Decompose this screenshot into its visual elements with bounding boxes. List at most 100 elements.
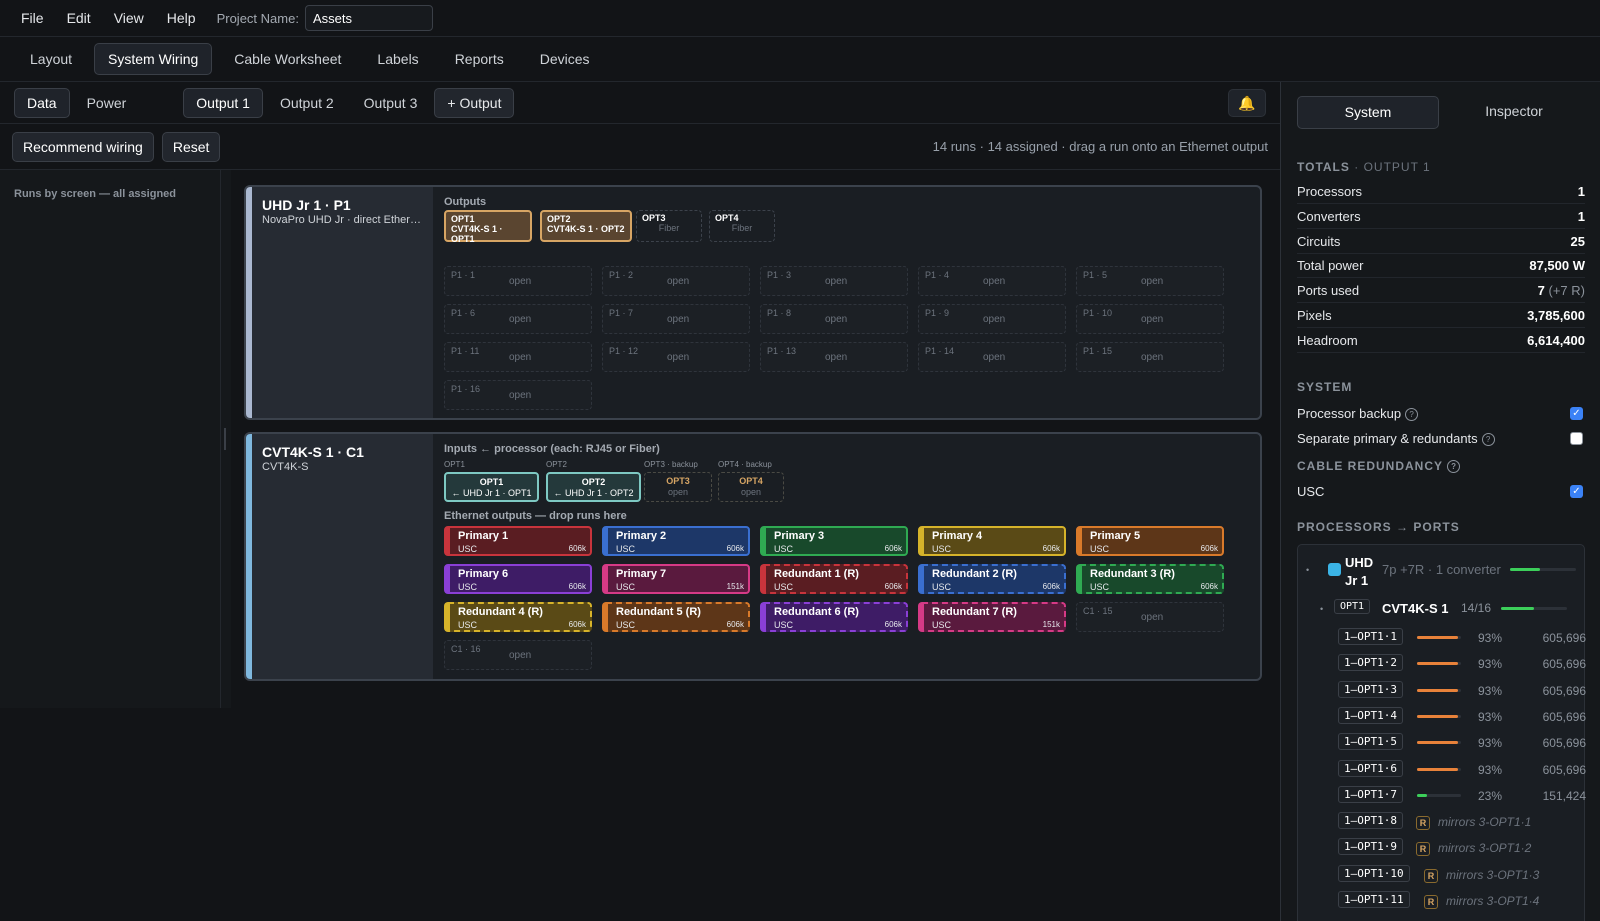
- collapse-icon[interactable]: •: [1320, 604, 1323, 614]
- run-load: 606k: [568, 544, 586, 553]
- run-type: USC: [458, 620, 478, 630]
- port-row[interactable]: 1–OPT1·5 93% 605,696: [1338, 730, 1586, 756]
- port-row[interactable]: 1–OPT1·1 93% 605,696: [1338, 625, 1586, 651]
- totals-number: 3,785,600: [1527, 308, 1585, 323]
- tree-converter-name[interactable]: CVT4K-S 1: [1382, 601, 1448, 616]
- help-icon[interactable]: ?: [1447, 460, 1461, 474]
- run-type: USC: [616, 544, 636, 554]
- menu-edit[interactable]: Edit: [67, 10, 91, 26]
- port-row[interactable]: 1–OPT1·11 Rmirrors 3-OPT1·4: [1338, 888, 1586, 914]
- tree-processor-name[interactable]: UHD Jr 1: [1345, 554, 1381, 590]
- processor-output-2[interactable]: OPT2 CVT4K-S 1 · OPT2: [540, 210, 632, 242]
- run-card[interactable]: Redundant 3 (R) USC 606k: [1076, 564, 1224, 594]
- port-row[interactable]: 1–OPT1·10 Rmirrors 3-OPT1·3: [1338, 862, 1586, 888]
- processor-port-slot[interactable]: P1 · 6 open: [444, 304, 592, 334]
- port-row[interactable]: 1–OPT1·9 Rmirrors 3-OPT1·2: [1338, 835, 1586, 861]
- run-name: Redundant 5 (R): [616, 606, 701, 618]
- run-card[interactable]: Primary 1 USC 606k: [444, 526, 592, 556]
- collapse-icon[interactable]: •: [1306, 565, 1309, 575]
- slot-state: open: [509, 314, 532, 325]
- processor-output-4[interactable]: OPT4 Fiber: [709, 210, 775, 242]
- output-3-tab[interactable]: Output 3: [351, 88, 431, 118]
- processor-card-header: UHD Jr 1 · P1 NovaPro UHD Jr · direct Et…: [246, 187, 433, 418]
- recommend-wiring-button[interactable]: Recommend wiring: [12, 131, 154, 162]
- processor-port-slot[interactable]: P1 · 16 open: [444, 380, 592, 410]
- converter-input-4[interactable]: OPT4 open: [718, 472, 784, 502]
- processor-port-slot[interactable]: P1 · 2 open: [602, 266, 750, 296]
- output-label: OPT4: [715, 213, 739, 223]
- resize-handle[interactable]: [224, 428, 226, 450]
- processor-port-slot[interactable]: P1 · 15 open: [1076, 342, 1224, 372]
- processor-port-slot[interactable]: P1 · 4 open: [918, 266, 1066, 296]
- mode-power-button[interactable]: Power: [74, 88, 140, 118]
- processor-port-slot[interactable]: P1 · 13 open: [760, 342, 908, 372]
- menu-help[interactable]: Help: [167, 10, 196, 26]
- processor-card[interactable]: UHD Jr 1 · P1 NovaPro UHD Jr · direct Et…: [244, 185, 1262, 420]
- reset-button[interactable]: Reset: [161, 131, 221, 162]
- port-row[interactable]: 1–OPT1·7 23% 151,424: [1338, 783, 1586, 809]
- mode-data-button[interactable]: Data: [14, 87, 70, 118]
- menu-file[interactable]: File: [21, 10, 44, 26]
- processor-port-slot[interactable]: P1 · 11 open: [444, 342, 592, 372]
- help-icon[interactable]: ?: [1481, 433, 1495, 447]
- converter-input-1[interactable]: OPT1 ← UHD Jr 1 · OPT1: [444, 472, 539, 502]
- port-row[interactable]: 1–OPT1·6 93% 605,696: [1338, 757, 1586, 783]
- help-icon[interactable]: ?: [1405, 408, 1419, 422]
- tab-labels[interactable]: Labels: [363, 43, 432, 75]
- usc-checkbox[interactable]: ✓: [1570, 485, 1583, 498]
- tab-system[interactable]: System: [1297, 96, 1439, 129]
- processor-port-slot[interactable]: P1 · 3 open: [760, 266, 908, 296]
- run-card[interactable]: Primary 3 USC 606k: [760, 526, 908, 556]
- run-card[interactable]: Redundant 2 (R) USC 606k: [918, 564, 1066, 594]
- port-row[interactable]: 1–OPT1·3 93% 605,696: [1338, 678, 1586, 704]
- converter-input-2[interactable]: OPT2 ← UHD Jr 1 · OPT2: [546, 472, 641, 502]
- run-card[interactable]: Redundant 1 (R) USC 606k: [760, 564, 908, 594]
- totals-value: 25: [1571, 234, 1585, 249]
- tab-system-wiring[interactable]: System Wiring: [94, 43, 213, 75]
- tab-cable-worksheet[interactable]: Cable Worksheet: [220, 43, 355, 75]
- port-row[interactable]: 1–OPT1·4 93% 605,696: [1338, 704, 1586, 730]
- port-row[interactable]: 1–OPT1·2 93% 605,696: [1338, 651, 1586, 677]
- run-card[interactable]: Redundant 6 (R) USC 606k: [760, 602, 908, 632]
- tab-devices[interactable]: Devices: [526, 43, 604, 75]
- converter-port-slot[interactable]: C1 · 16 open: [444, 640, 592, 670]
- run-name: Primary 2: [616, 530, 667, 542]
- separate-checkbox[interactable]: [1570, 432, 1583, 445]
- tab-inspector[interactable]: Inspector: [1443, 96, 1585, 129]
- processor-port-slot[interactable]: P1 · 7 open: [602, 304, 750, 334]
- processor-port-slot[interactable]: P1 · 12 open: [602, 342, 750, 372]
- port-row[interactable]: 1–OPT1·8 Rmirrors 3-OPT1·1: [1338, 809, 1586, 835]
- converter-port-slot[interactable]: C1 · 15 open: [1076, 602, 1224, 632]
- run-name: Redundant 4 (R): [458, 606, 543, 618]
- run-card[interactable]: Redundant 4 (R) USC 606k: [444, 602, 592, 632]
- bell-icon[interactable]: 🔔: [1228, 89, 1266, 117]
- project-name-input[interactable]: [304, 5, 433, 31]
- processor-output-1[interactable]: OPT1 CVT4K-S 1 · OPT1: [444, 210, 532, 244]
- processor-port-slot[interactable]: P1 · 9 open: [918, 304, 1066, 334]
- run-card[interactable]: Primary 2 USC 606k: [602, 526, 750, 556]
- slot-label: C1 · 15: [1083, 606, 1113, 616]
- processor-output-3[interactable]: OPT3 Fiber: [636, 210, 702, 242]
- run-card[interactable]: Redundant 5 (R) USC 606k: [602, 602, 750, 632]
- input-label: OPT1: [444, 460, 465, 469]
- processor-port-slot[interactable]: P1 · 10 open: [1076, 304, 1224, 334]
- converter-input-3[interactable]: OPT3 open: [644, 472, 712, 502]
- processor-port-slot[interactable]: P1 · 5 open: [1076, 266, 1224, 296]
- menu-view[interactable]: View: [114, 10, 144, 26]
- run-card[interactable]: Primary 7 USC 151k: [602, 564, 750, 594]
- tab-layout[interactable]: Layout: [16, 43, 86, 75]
- run-card[interactable]: Primary 5 USC 606k: [1076, 526, 1224, 556]
- run-card[interactable]: Primary 6 USC 606k: [444, 564, 592, 594]
- output-2-tab[interactable]: Output 2: [267, 88, 347, 118]
- processor-backup-checkbox[interactable]: ✓: [1570, 407, 1583, 420]
- run-card[interactable]: Redundant 7 (R) USC 151k: [918, 602, 1066, 632]
- add-output-button[interactable]: + Output: [434, 87, 515, 118]
- run-card[interactable]: Primary 4 USC 606k: [918, 526, 1066, 556]
- output-detail: Fiber: [731, 223, 753, 233]
- processor-port-slot[interactable]: P1 · 1 open: [444, 266, 592, 296]
- tab-reports[interactable]: Reports: [441, 43, 518, 75]
- processor-port-slot[interactable]: P1 · 8 open: [760, 304, 908, 334]
- converter-card[interactable]: CVT4K-S 1 · C1 CVT4K-S Inputs ← processo…: [244, 432, 1262, 681]
- processor-port-slot[interactable]: P1 · 14 open: [918, 342, 1066, 372]
- output-1-tab[interactable]: Output 1: [183, 87, 263, 118]
